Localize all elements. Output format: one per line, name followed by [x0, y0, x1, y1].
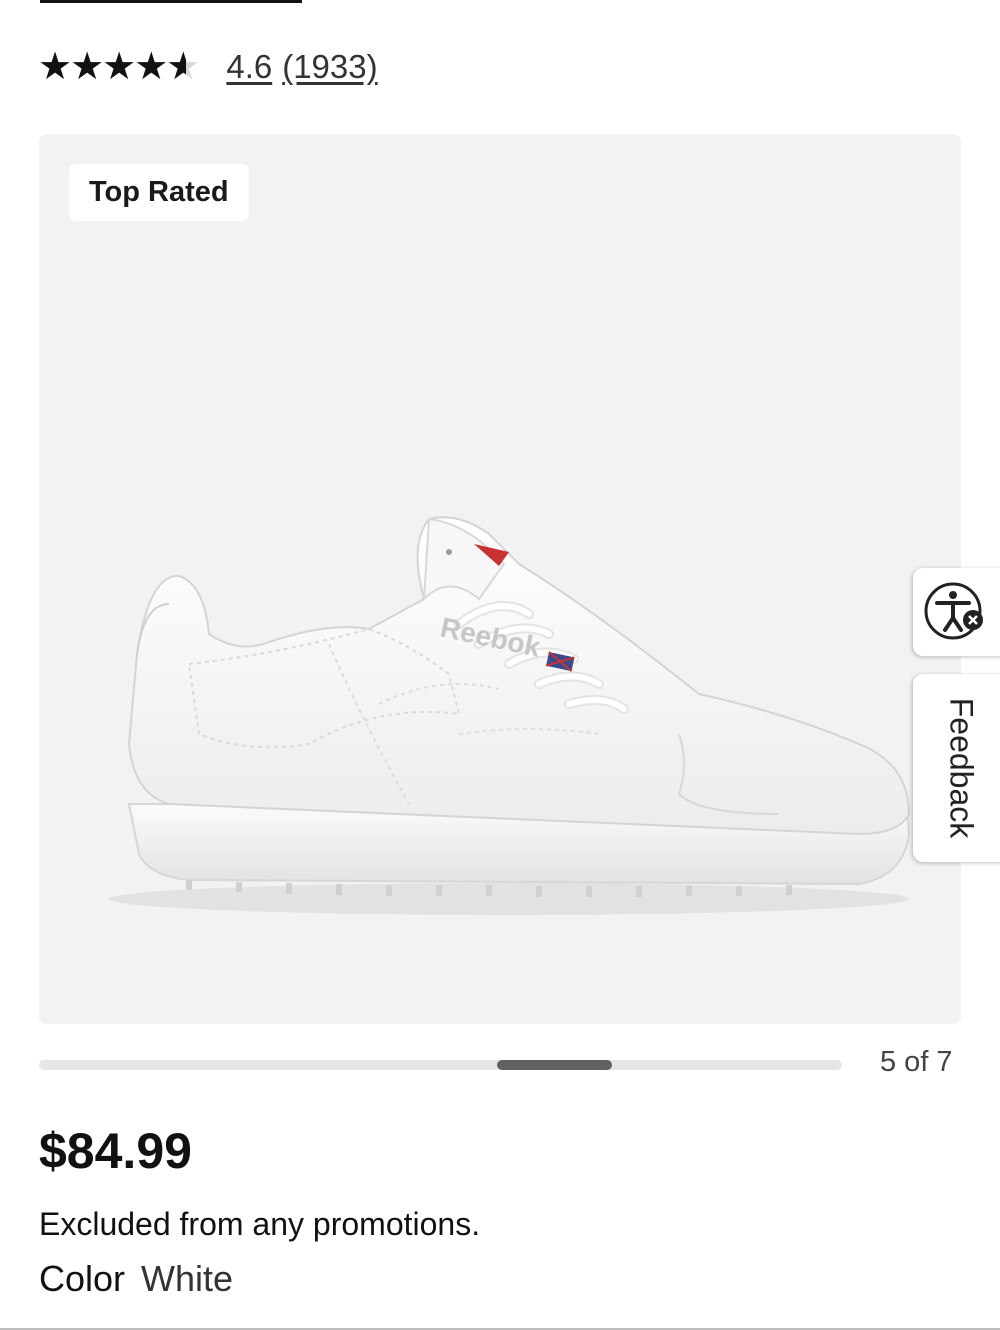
top-rated-badge: Top Rated [69, 164, 249, 221]
top-link-underline [40, 0, 302, 3]
gallery-counter: 5 of 7 [880, 1046, 953, 1078]
feedback-tab[interactable]: Feedback [913, 674, 1000, 862]
promotion-note: Excluded from any promotions. [39, 1206, 481, 1242]
product-image-gallery[interactable]: Top Rated Reebok [39, 134, 961, 1024]
rating-score: 4.6 [226, 48, 273, 85]
reviews-link[interactable]: 4.6 (1933) [226, 48, 387, 86]
rating-row: ★★★★★ ★★★★★ 4.6 (1933) [38, 44, 388, 90]
color-label: Color [39, 1258, 126, 1299]
star-rating-icon: ★★★★★ ★★★★★ [38, 46, 200, 88]
accessibility-icon [924, 582, 983, 640]
review-count: (1933) [282, 48, 378, 85]
product-price: $84.99 [39, 1123, 192, 1179]
gallery-progress-thumb[interactable] [497, 1060, 612, 1070]
color-selection: Color White [39, 1258, 233, 1300]
product-image-sneaker: Reebok [109, 516, 911, 915]
gallery-progress-bar[interactable] [39, 1060, 842, 1070]
accessibility-widget-button[interactable] [913, 568, 1000, 656]
color-value: White [141, 1258, 234, 1299]
feedback-label: Feedback [943, 697, 979, 839]
